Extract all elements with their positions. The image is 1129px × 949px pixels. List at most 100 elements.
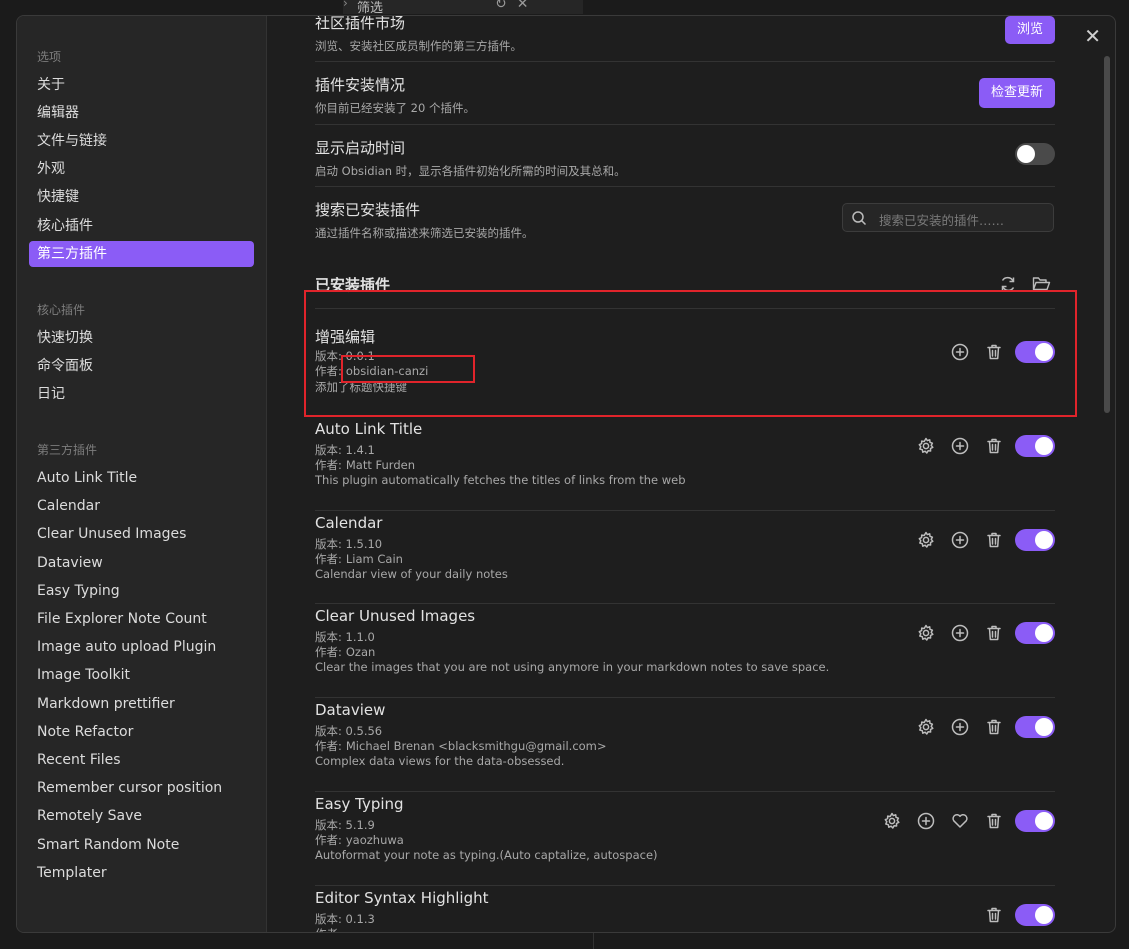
sidebar-item-plugin[interactable]: Recent Files	[29, 747, 254, 773]
sidebar-item-plugin[interactable]: Image Toolkit	[29, 662, 254, 688]
plugin-description: Complex data views for the data-obsessed…	[315, 754, 565, 769]
plugin-enable-toggle[interactable]	[1015, 716, 1055, 739]
trash-icon[interactable]	[984, 623, 1004, 643]
sidebar-item-editor[interactable]: 编辑器	[29, 100, 254, 126]
plugin-enable-toggle[interactable]	[1015, 341, 1055, 363]
plugin-description: Autoformat your note as typing.(Auto cap…	[315, 848, 658, 862]
sidebar-item-plugin[interactable]: Smart Random Note	[29, 832, 254, 858]
plugin-enable-toggle[interactable]	[1015, 903, 1055, 926]
divider	[315, 603, 1055, 605]
plugin-item: Easy Typing 版本: 5.1.9 作者: yaozhuwa Autoforma…	[315, 795, 1055, 886]
gear-icon[interactable]	[916, 623, 936, 643]
plugin-enable-toggle[interactable]	[1015, 434, 1055, 457]
sidebar-item-plugin[interactable]: Image auto upload Plugin	[29, 634, 254, 660]
plugin-description: 添加了标题快捷键	[315, 380, 407, 394]
plugin-author-label: 作者:	[315, 833, 342, 847]
plugin-item: Clear Unused Images 版本: 1.1.0 作者: Ozan Clear…	[315, 607, 1055, 699]
sidebar-item-plugin[interactable]: Note Refactor	[29, 719, 254, 745]
plugin-description: Calendar view of your daily notes	[315, 566, 508, 581]
plugin-version: 版本: 5.1.9	[315, 818, 375, 832]
plugin-name: Editor Syntax Highlight	[315, 888, 489, 907]
gear-icon[interactable]	[916, 530, 936, 550]
sidebar-item-quick-switcher[interactable]: 快速切换	[29, 325, 254, 351]
toggle-knob	[1035, 624, 1053, 643]
divider	[315, 61, 1055, 62]
toggle-knob	[1035, 718, 1053, 737]
sidebar-item-appearance[interactable]: 外观	[29, 156, 254, 182]
plugin-enable-toggle[interactable]	[1015, 528, 1055, 551]
sidebar-item-plugin[interactable]: Remember cursor position	[29, 775, 254, 801]
sidebar-item-plugin[interactable]: Clear Unused Images	[29, 521, 254, 547]
plus-circle-icon[interactable]	[950, 717, 970, 737]
sidebar-item-daily-notes[interactable]: 日记	[29, 381, 254, 407]
plugin-author-label: 作者:	[315, 364, 342, 378]
setting-desc: 你目前已经安装了 20 个插件。	[315, 101, 475, 115]
divider	[315, 124, 1055, 125]
reload-icon[interactable]	[999, 275, 1017, 293]
sidebar-item-hotkeys[interactable]: 快捷键	[29, 184, 254, 210]
check-updates-button[interactable]: 检查更新	[979, 78, 1055, 108]
toggle-knob	[1035, 530, 1053, 549]
trash-icon[interactable]	[984, 530, 1004, 550]
sidebar-item-community-plugins[interactable]: 第三方插件	[29, 241, 254, 267]
plus-circle-icon[interactable]	[950, 530, 970, 550]
plugin-author-line: 作者: obsidian-canzi	[315, 363, 428, 379]
gear-icon[interactable]	[882, 811, 902, 831]
plugin-author-line: 作者: Ozan	[315, 644, 375, 660]
setting-name: 显示启动时间	[315, 139, 406, 157]
sidebar-item-plugin[interactable]: Templater	[29, 860, 254, 886]
trash-icon[interactable]	[984, 342, 1004, 362]
settings-content: 社区插件市场 浏览、安装社区成员制作的第三方插件。 浏览 插件安装情况 你目前已…	[315, 16, 1055, 932]
installed-plugins-heading: 已安装插件	[315, 276, 391, 294]
search-placeholder: 搜索已安装的插件……	[879, 213, 1005, 228]
trash-icon[interactable]	[984, 905, 1004, 925]
sidebar-item-plugin[interactable]: File Explorer Note Count	[29, 606, 254, 632]
divider	[315, 308, 1055, 309]
sidebar-item-plugin[interactable]: Auto Link Title	[29, 465, 254, 491]
sidebar-item-plugin[interactable]: Calendar	[29, 493, 254, 519]
plugin-name: Easy Typing	[315, 795, 404, 813]
plugin-name: 增强编辑	[315, 328, 376, 346]
plugin-version: 版本: 0.0.1	[315, 349, 375, 363]
chevron-right-icon: ›	[343, 0, 348, 10]
background-tab-label: 筛选	[357, 1, 384, 16]
plugin-version: 版本: 0.5.56	[315, 724, 383, 739]
gear-icon[interactable]	[916, 717, 936, 737]
plus-circle-icon[interactable]	[950, 342, 970, 362]
sidebar-item-files-links[interactable]: 文件与链接	[29, 128, 254, 154]
toggle-knob	[1035, 905, 1053, 924]
plus-circle-icon[interactable]	[950, 623, 970, 643]
browse-button[interactable]: 浏览	[1005, 16, 1055, 44]
plugin-author: yaozhuwa	[345, 833, 404, 847]
sidebar-item-core-plugins[interactable]: 核心插件	[29, 213, 254, 239]
gear-icon[interactable]	[916, 436, 936, 456]
plugin-description: This plugin automatically fetches the ti…	[315, 472, 686, 487]
scrollbar[interactable]	[1104, 56, 1110, 413]
startup-time-toggle[interactable]	[1015, 143, 1055, 165]
divider	[315, 186, 1055, 187]
sidebar-item-plugin[interactable]: Remotely Save	[29, 803, 254, 829]
plus-circle-icon[interactable]	[916, 811, 936, 831]
sidebar-item-plugin[interactable]: Dataview	[29, 550, 254, 576]
settings-sidebar: 选项 关于 编辑器 文件与链接 外观 快捷键 核心插件 第三方插件 核心插件 快…	[17, 16, 267, 932]
plugin-enable-toggle[interactable]	[1015, 810, 1055, 832]
toggle-knob	[1035, 812, 1053, 830]
search-installed-input[interactable]: 搜索已安装的插件……	[842, 203, 1054, 232]
trash-icon[interactable]	[984, 811, 1004, 831]
plugin-item: Calendar 版本: 1.5.10 作者: Liam Cain Calendar v…	[315, 514, 1055, 605]
folder-open-icon[interactable]	[1032, 275, 1051, 293]
toggle-knob	[1035, 436, 1053, 455]
sidebar-item-plugin[interactable]: Easy Typing	[29, 578, 254, 604]
plugin-item: Auto Link Title 版本: 1.4.1 作者: Matt Furden Th…	[315, 420, 1055, 511]
plugin-author-line: 作者: Michael Brenan <blacksmithgu@gmail.co…	[315, 738, 607, 754]
close-icon[interactable]: ✕	[1084, 24, 1101, 48]
sidebar-item-command-palette[interactable]: 命令面板	[29, 353, 254, 379]
trash-icon[interactable]	[984, 717, 1004, 737]
heart-icon[interactable]	[950, 811, 970, 831]
plugin-enable-toggle[interactable]	[1015, 622, 1055, 645]
sidebar-item-plugin[interactable]: Markdown prettifier	[29, 691, 254, 717]
plus-circle-icon[interactable]	[950, 436, 970, 456]
trash-icon[interactable]	[984, 436, 1004, 456]
sidebar-item-about[interactable]: 关于	[29, 72, 254, 98]
plugin-author-line: 作者: Matt Furden	[315, 457, 415, 473]
